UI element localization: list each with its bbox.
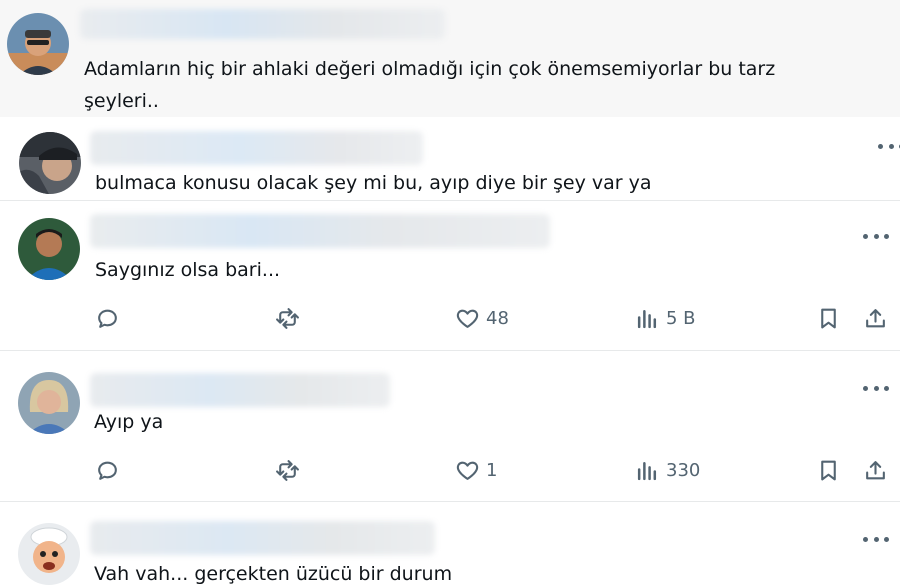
reply-icon <box>98 309 117 328</box>
avatar-woman-blonde-icon <box>18 372 80 434</box>
avatar[interactable] <box>18 372 80 434</box>
views-button[interactable]: 5 B <box>635 305 696 331</box>
reply-button[interactable] <box>95 305 120 331</box>
views-count: 330 <box>666 459 701 481</box>
like-count: 48 <box>486 307 509 329</box>
comment-text: Ayıp ya <box>94 411 164 433</box>
avatar-man-cap-icon <box>19 132 81 194</box>
username-redacted <box>90 214 550 248</box>
like-button[interactable]: 48 <box>455 305 509 331</box>
comment-4[interactable]: Ayıp ya 1 330 <box>0 351 900 501</box>
avatar[interactable] <box>18 218 80 280</box>
bookmark-icon <box>821 460 836 480</box>
username-redacted <box>90 373 390 407</box>
reply-icon <box>98 461 117 480</box>
comment-3[interactable]: Saygınız olsa bari... 48 5 B <box>0 201 900 350</box>
more-icon[interactable] <box>863 534 889 544</box>
share-button[interactable] <box>863 305 888 331</box>
heart-icon <box>456 309 479 328</box>
like-button[interactable]: 1 <box>455 457 497 483</box>
comment-text: bulmaca konusu olacak şey mi bu, ayıp di… <box>95 172 652 194</box>
like-count: 1 <box>486 459 498 481</box>
bookmark-button[interactable] <box>816 457 841 483</box>
retweet-button[interactable] <box>275 305 300 331</box>
retweet-button[interactable] <box>275 457 300 483</box>
reply-button[interactable] <box>95 457 120 483</box>
views-icon <box>637 309 657 328</box>
bookmark-icon <box>821 308 836 328</box>
retweet-icon <box>276 307 299 329</box>
bookmark-button[interactable] <box>816 305 841 331</box>
more-icon[interactable] <box>863 383 889 393</box>
comment-text: Saygınız olsa bari... <box>95 259 281 281</box>
views-count: 5 B <box>666 307 696 329</box>
username-redacted <box>90 521 435 555</box>
comment-2[interactable]: bulmaca konusu olacak şey mi bu, ayıp di… <box>0 117 900 200</box>
avatar-cartoon-icon <box>18 523 80 585</box>
share-icon <box>866 460 885 479</box>
comment-text: Adamların hiç bir ahlaki değeri olmadığı… <box>84 58 776 80</box>
comment-5[interactable]: Vah vah... gerçekten üzücü bir durum <box>0 502 900 588</box>
more-icon[interactable] <box>863 231 889 241</box>
avatar[interactable] <box>19 132 81 194</box>
comment-text-line2: şeyleri.. <box>84 90 159 112</box>
heart-icon <box>456 461 479 480</box>
avatar[interactable] <box>7 13 69 75</box>
share-icon <box>866 308 885 327</box>
avatar-man-blue-shirt-icon <box>18 218 80 280</box>
share-button[interactable] <box>863 457 888 483</box>
avatar[interactable] <box>18 523 80 585</box>
username-redacted <box>90 131 423 165</box>
views-icon <box>637 461 657 480</box>
more-icon[interactable] <box>878 141 900 151</box>
retweet-icon <box>276 459 299 481</box>
avatar-man-sunglasses-icon <box>7 13 69 75</box>
comment-1[interactable]: Adamların hiç bir ahlaki değeri olmadığı… <box>0 0 900 117</box>
comment-text: Vah vah... gerçekten üzücü bir durum <box>94 563 453 585</box>
views-button[interactable]: 330 <box>635 457 700 483</box>
username-redacted <box>80 9 445 39</box>
